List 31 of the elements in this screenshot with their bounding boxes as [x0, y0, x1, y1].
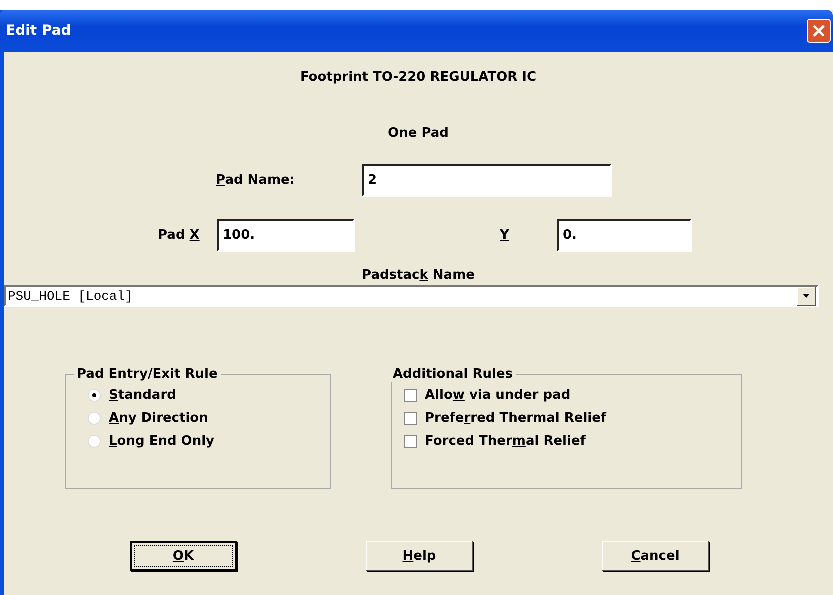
group-title: Pad Entry/Exit Rule	[76, 367, 219, 382]
padstack-label: Padstack Name	[362, 268, 475, 283]
checkbox-label: Allow via under pad	[425, 388, 571, 403]
pad-name-label: Pad Name:	[216, 173, 296, 188]
pad-y-field[interactable]: 0.	[557, 219, 692, 252]
window-title: Edit Pad	[6, 23, 72, 39]
pad-name-field[interactable]: 2	[362, 164, 612, 197]
radio-label: Long End Only	[109, 434, 215, 449]
dropdown-arrow-icon	[803, 294, 810, 298]
checkbox[interactable]	[404, 412, 417, 425]
pad-y-label: Y	[500, 228, 510, 243]
checkbox-label: Forced Thermal Relief	[425, 434, 586, 449]
dialog-button[interactable]: Help	[366, 541, 473, 571]
checkbox[interactable]	[404, 435, 417, 448]
checkbox-label: Preferred Thermal Relief	[425, 411, 607, 426]
group-title: Additional Rules	[392, 367, 514, 382]
checkbox[interactable]	[404, 389, 417, 402]
close-icon	[813, 25, 825, 37]
radio-label: Standard	[109, 388, 176, 403]
dialog-button[interactable]: Cancel	[602, 541, 709, 571]
radio-button[interactable]	[88, 412, 101, 425]
radio-button[interactable]	[88, 389, 101, 402]
radio-label: Any Direction	[109, 411, 208, 426]
padstack-dropdown[interactable]: PSU_HOLE [Local]	[4, 285, 819, 307]
radio-button[interactable]	[88, 435, 101, 448]
footprint-heading: Footprint TO-220 REGULATOR IC	[299, 70, 538, 87]
pad-x-field[interactable]: 100.	[217, 219, 355, 252]
pad-subheading: One Pad	[387, 126, 450, 143]
close-button[interactable]	[807, 19, 831, 43]
pad-x-label: Pad X	[158, 228, 201, 243]
dialog-button[interactable]: OK	[130, 541, 237, 571]
